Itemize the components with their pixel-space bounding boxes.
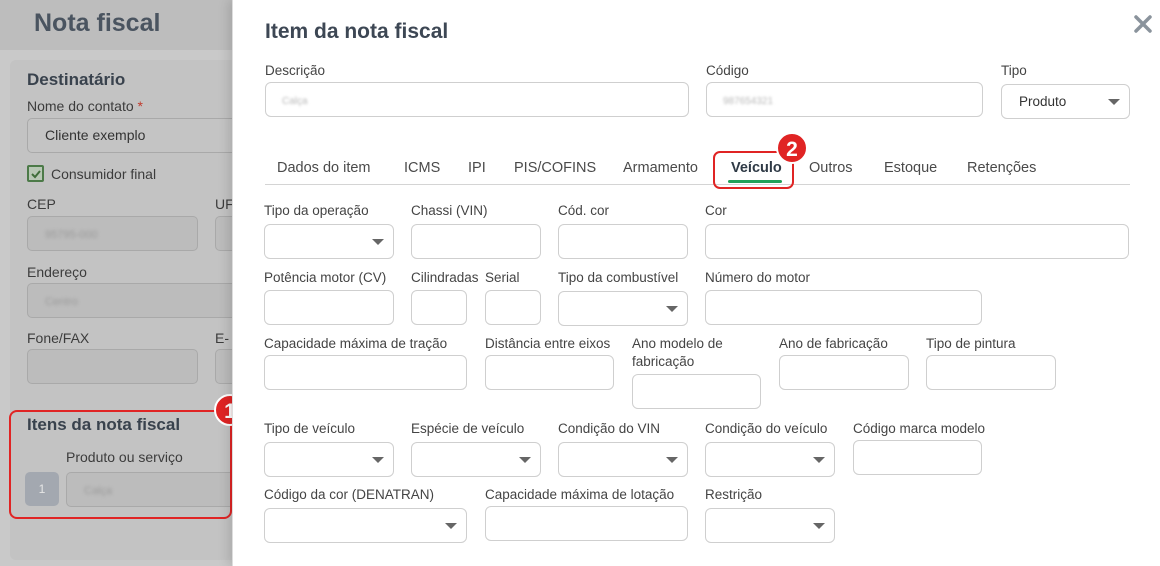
tipo-combustivel-label: Tipo da combustível [558, 270, 679, 285]
callout-badge-2: 2 [776, 132, 808, 164]
check-icon [31, 170, 41, 179]
tab-outros[interactable]: Outros [809, 160, 853, 176]
condicao-veiculo-label: Condição do veículo [705, 421, 828, 436]
serial-label: Serial [485, 270, 520, 285]
tipo-veiculo-label: Tipo de veículo [264, 421, 356, 436]
tab-dados-item[interactable]: Dados do item [277, 160, 371, 176]
ano-modelo-input[interactable] [632, 374, 761, 409]
chassi-input[interactable] [411, 224, 541, 259]
chevron-down-icon [445, 523, 457, 529]
fone-input[interactable] [27, 349, 198, 384]
tipo-pintura-input[interactable] [926, 355, 1056, 390]
tab-bar: Dados do item ICMS IPI PIS/COFINS Armame… [265, 150, 1130, 185]
endereco-label: Endereço [27, 264, 87, 280]
especie-veiculo-label: Espécie de veículo [411, 421, 525, 436]
cor-input[interactable] [705, 224, 1129, 259]
tab-armamento[interactable]: Armamento [623, 160, 698, 176]
tipo-select[interactable]: Produto [1001, 84, 1130, 119]
capacidade-tracao-label: Capacidade máxima de tração [264, 336, 448, 351]
cilindradas-input[interactable] [411, 290, 467, 325]
tipo-pintura-label: Tipo de pintura [926, 336, 1016, 351]
codigo-cor-denatran-select[interactable] [264, 508, 467, 543]
endereco-input[interactable]: Centro [27, 283, 232, 318]
cod-cor-input[interactable] [558, 224, 688, 259]
distancia-eixos-input[interactable] [485, 355, 614, 390]
consumer-checkbox[interactable] [27, 165, 44, 182]
ano-modelo-label: Ano modelo de fabricação [632, 336, 723, 369]
required-mark: * [137, 98, 143, 114]
ano-fabricacao-input[interactable] [779, 355, 909, 390]
contact-input[interactable]: Cliente exemplo [27, 118, 232, 153]
capacidade-tracao-input[interactable] [264, 355, 467, 390]
capacidade-lotacao-label: Capacidade máxima de lotação [485, 487, 675, 502]
fone-label: Fone/FAX [27, 330, 90, 346]
tipo-operacao-select[interactable] [264, 224, 394, 259]
uf-label: UF [215, 196, 232, 212]
close-button[interactable] [1131, 12, 1155, 36]
especie-veiculo-select[interactable] [411, 442, 541, 477]
chevron-down-icon [372, 457, 384, 463]
chevron-down-icon [372, 239, 384, 245]
numero-motor-label: Número do motor [705, 270, 811, 285]
chevron-down-icon [813, 523, 825, 529]
tipo-label: Tipo [1001, 63, 1027, 78]
tipo-combustivel-select[interactable] [558, 291, 688, 326]
chevron-down-icon [666, 457, 678, 463]
cor-label: Cor [705, 203, 727, 218]
destinatario-title: Destinatário [27, 70, 126, 89]
tipo-operacao-label: Tipo da operação [264, 203, 369, 218]
codigo-cor-denatran-label: Código da cor (DENATRAN) [264, 487, 435, 502]
cep-label: CEP [27, 196, 56, 212]
restricao-select[interactable] [705, 508, 835, 543]
contact-label: Nome do contato * [27, 98, 143, 114]
potencia-input[interactable] [264, 290, 394, 325]
capacidade-lotacao-input[interactable] [485, 506, 688, 541]
email-input[interactable] [215, 349, 232, 384]
cep-input[interactable]: 95795-000 [27, 216, 198, 251]
codigo-marca-input[interactable] [853, 440, 982, 475]
cilindradas-label: Cilindradas [411, 270, 479, 285]
chevron-down-icon [813, 457, 825, 463]
distancia-eixos-label: Distância entre eixos [485, 336, 611, 351]
cod-cor-label: Cód. cor [558, 203, 610, 218]
numero-motor-input[interactable] [705, 290, 982, 325]
page-title: Nota fiscal [34, 9, 161, 37]
consumer-label: Consumidor final [51, 166, 157, 182]
serial-input[interactable] [485, 290, 541, 325]
condicao-vin-select[interactable] [558, 442, 688, 477]
tab-retencoes[interactable]: Retenções [967, 160, 1036, 176]
codigo-label: Código [706, 63, 749, 78]
uf-input[interactable] [215, 216, 232, 251]
tab-ipi[interactable]: IPI [468, 160, 486, 176]
potencia-label: Potência motor (CV) [264, 270, 387, 285]
chassi-label: Chassi (VIN) [411, 203, 488, 218]
modal-title: Item da nota fiscal [265, 20, 449, 43]
codigo-input[interactable]: 987654321 [706, 82, 983, 117]
tab-estoque[interactable]: Estoque [884, 160, 937, 176]
descricao-input[interactable]: Calça [265, 82, 689, 117]
tipo-veiculo-select[interactable] [264, 442, 394, 477]
tab-icms[interactable]: ICMS [404, 160, 440, 176]
callout-box-itens [9, 410, 232, 519]
tab-pis-cofins[interactable]: PIS/COFINS [514, 160, 596, 176]
codigo-marca-label: Código marca modelo [853, 421, 986, 436]
close-icon [1134, 15, 1152, 33]
chevron-down-icon [1108, 99, 1120, 105]
condicao-veiculo-select[interactable] [705, 442, 835, 477]
restricao-label: Restrição [705, 487, 763, 502]
condicao-vin-label: Condição do VIN [558, 421, 661, 436]
chevron-down-icon [519, 457, 531, 463]
ano-fabricacao-label: Ano de fabricação [779, 336, 888, 351]
chevron-down-icon [666, 306, 678, 312]
descricao-label: Descrição [265, 63, 326, 78]
